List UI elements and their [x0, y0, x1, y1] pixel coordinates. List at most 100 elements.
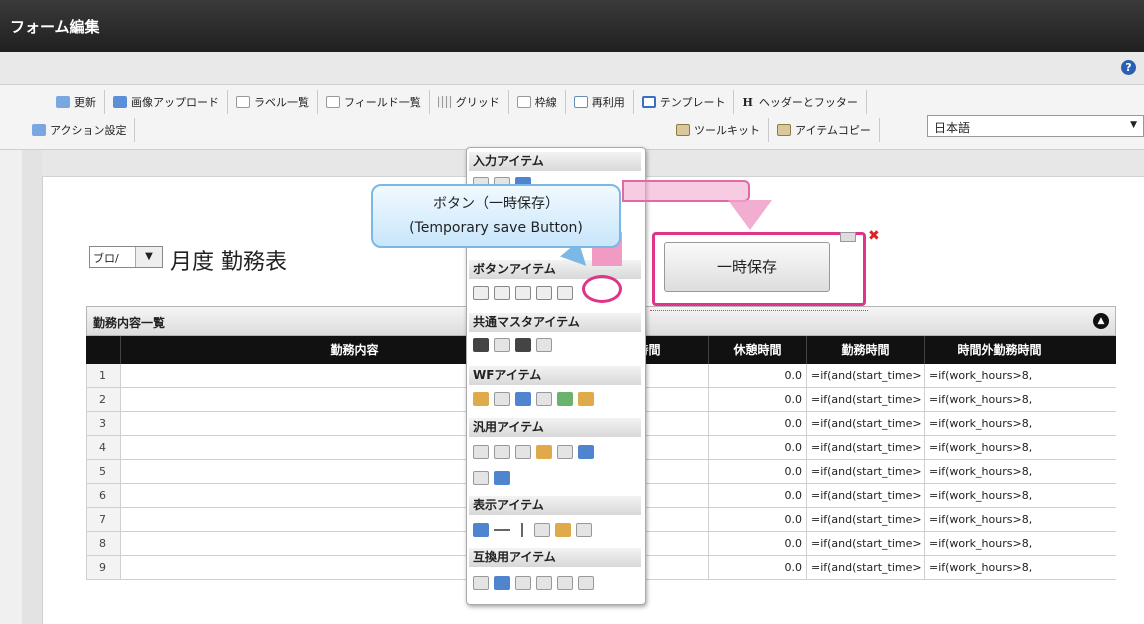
- checkbox-icon[interactable]: [515, 576, 531, 590]
- register-button-icon[interactable]: [473, 286, 489, 300]
- overtime-cell[interactable]: =if(work_hours>8,: [924, 364, 1074, 387]
- update-button[interactable]: 更新: [48, 90, 105, 114]
- image-icon[interactable]: [494, 471, 510, 485]
- reuse-button[interactable]: 再利用: [566, 90, 634, 114]
- horizontal-line-icon[interactable]: [494, 529, 510, 531]
- break-time-cell[interactable]: 0.0: [708, 388, 806, 411]
- stamp-icon[interactable]: [578, 392, 594, 406]
- image-upload-button[interactable]: 画像アップロード: [105, 90, 228, 114]
- palette-section-compat: 互換用アイテム: [469, 548, 641, 567]
- work-hours-cell[interactable]: =if(and(start_time>: [806, 436, 924, 459]
- grid-icon: [437, 96, 452, 108]
- file-download-icon[interactable]: [578, 445, 594, 459]
- break-time-cell[interactable]: 0.0: [708, 460, 806, 483]
- overtime-cell[interactable]: =if(work_hours>8,: [924, 508, 1074, 531]
- work-hours-cell[interactable]: =if(and(start_time>: [806, 532, 924, 555]
- window-icon[interactable]: [515, 392, 531, 406]
- vertical-line-icon[interactable]: [521, 523, 523, 537]
- break-time-cell[interactable]: 0.0: [708, 364, 806, 387]
- image-upload-label: 画像アップロード: [131, 96, 219, 109]
- list-icon: [236, 96, 250, 108]
- palette-section-general: 汎用アイテム: [469, 418, 641, 437]
- attachment-icon[interactable]: [494, 392, 510, 406]
- temporary-save-button[interactable]: 一時保存: [664, 242, 830, 292]
- label-icon[interactable]: [473, 523, 489, 537]
- dropdown-icon[interactable]: [473, 576, 489, 590]
- return-button-icon[interactable]: [536, 286, 552, 300]
- break-time-cell[interactable]: 0.0: [708, 436, 806, 459]
- break-time-cell[interactable]: 0.0: [708, 556, 806, 579]
- clipboard-icon[interactable]: [473, 392, 489, 406]
- properties-icon[interactable]: [840, 232, 856, 242]
- work-hours-cell[interactable]: =if(and(start_time>: [806, 364, 924, 387]
- toolkit-button[interactable]: ツールキット: [668, 118, 769, 142]
- vertical-bar-icon[interactable]: [473, 471, 489, 485]
- header-footer-button[interactable]: H ヘッダーとフッター: [734, 90, 867, 114]
- box-icon[interactable]: [534, 523, 550, 537]
- listbox-icon[interactable]: [557, 576, 573, 590]
- work-hours-cell[interactable]: =if(and(start_time>: [806, 556, 924, 579]
- overtime-cell[interactable]: =if(work_hours>8,: [924, 436, 1074, 459]
- overtime-cell[interactable]: =if(work_hours>8,: [924, 460, 1074, 483]
- radio-icon[interactable]: [536, 576, 552, 590]
- general-items-2: [473, 468, 510, 488]
- compat-items: [473, 573, 594, 593]
- overtime-cell[interactable]: =if(work_hours>8,: [924, 484, 1074, 507]
- delete-icon[interactable]: ✖: [868, 228, 880, 244]
- history-icon[interactable]: [536, 392, 552, 406]
- window-title: フォーム編集: [10, 18, 100, 36]
- field-list-button[interactable]: フィールド一覧: [318, 90, 430, 114]
- template-button[interactable]: テンプレート: [634, 90, 735, 114]
- back-button-icon[interactable]: [515, 286, 531, 300]
- button-items: [473, 283, 573, 303]
- action-settings-button[interactable]: アクション設定: [24, 118, 136, 142]
- template-icon: [641, 96, 656, 108]
- item-copy-button[interactable]: アイテムコピー: [769, 118, 880, 142]
- break-time-cell[interactable]: 0.0: [708, 412, 806, 435]
- next-button-icon[interactable]: [494, 286, 510, 300]
- label-list-button[interactable]: ラベル一覧: [228, 90, 318, 114]
- camera-icon[interactable]: [515, 445, 531, 459]
- users-icon[interactable]: [557, 392, 573, 406]
- table-icon[interactable]: [494, 576, 510, 590]
- collapse-icon[interactable]: ▲: [1093, 313, 1109, 329]
- col-header-overtime: 時間外勤務時間: [924, 336, 1074, 364]
- file-icon[interactable]: [557, 445, 573, 459]
- template-label: テンプレート: [659, 96, 726, 109]
- text-icon[interactable]: [576, 523, 592, 537]
- picture-icon[interactable]: [555, 523, 571, 537]
- item-copy-label: アイテムコピー: [795, 124, 871, 137]
- user-icon[interactable]: [473, 338, 489, 352]
- barcode-icon[interactable]: [473, 445, 489, 459]
- break-time-cell[interactable]: 0.0: [708, 484, 806, 507]
- work-hours-cell[interactable]: =if(and(start_time>: [806, 484, 924, 507]
- general-items: [473, 442, 594, 462]
- overtime-cell[interactable]: =if(work_hours>8,: [924, 532, 1074, 555]
- temporary-save-button-icon[interactable]: [557, 286, 573, 300]
- public-group-icon[interactable]: [536, 338, 552, 352]
- role-icon[interactable]: [515, 338, 531, 352]
- pin-icon[interactable]: [536, 445, 552, 459]
- organization-icon[interactable]: [494, 338, 510, 352]
- break-time-cell[interactable]: 0.0: [708, 508, 806, 531]
- overtime-cell[interactable]: =if(work_hours>8,: [924, 388, 1074, 411]
- language-select[interactable]: 日本語 ▼: [927, 115, 1144, 137]
- work-hours-cell[interactable]: =if(and(start_time>: [806, 508, 924, 531]
- border-button[interactable]: 枠線: [509, 90, 566, 114]
- break-time-cell[interactable]: 0.0: [708, 532, 806, 555]
- border-label: 枠線: [534, 96, 557, 109]
- toolbar-row-2-right: ツールキット アイテムコピー: [668, 117, 880, 143]
- month-select[interactable]: ブロ/ ▼: [89, 246, 163, 268]
- help-icon[interactable]: ?: [1121, 60, 1136, 75]
- row-number: 9: [86, 556, 120, 579]
- reuse-label: 再利用: [591, 96, 625, 109]
- grid-list-icon[interactable]: [578, 576, 594, 590]
- row-number: 3: [86, 412, 120, 435]
- overtime-cell[interactable]: =if(work_hours>8,: [924, 412, 1074, 435]
- work-hours-cell[interactable]: =if(and(start_time>: [806, 460, 924, 483]
- document-icon[interactable]: [494, 445, 510, 459]
- work-hours-cell[interactable]: =if(and(start_time>: [806, 388, 924, 411]
- work-hours-cell[interactable]: =if(and(start_time>: [806, 412, 924, 435]
- overtime-cell[interactable]: =if(work_hours>8,: [924, 556, 1074, 579]
- grid-button[interactable]: グリッド: [430, 90, 509, 114]
